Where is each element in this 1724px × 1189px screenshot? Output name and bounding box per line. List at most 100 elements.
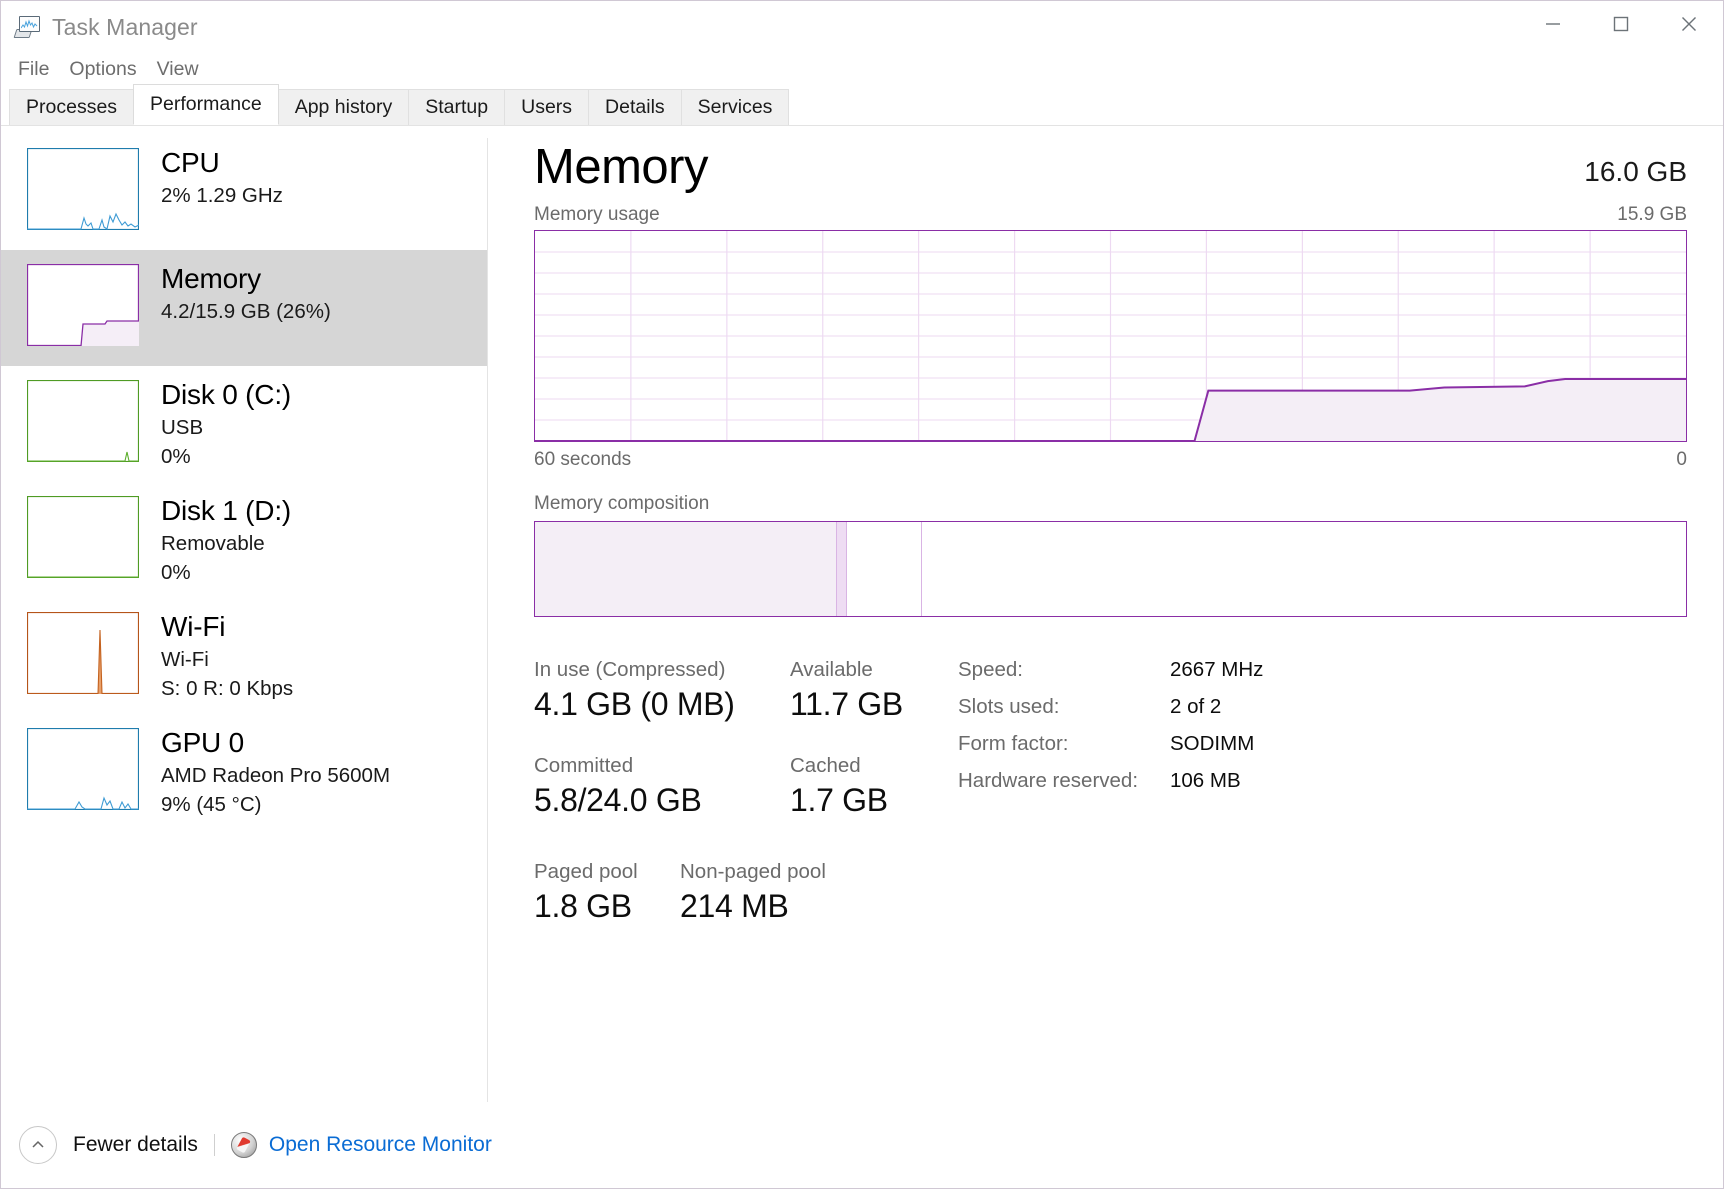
axis-label-right: 0 [1676, 449, 1687, 470]
tab-users[interactable]: Users [504, 89, 590, 125]
sidebar-item-gpu0[interactable]: GPU 0 AMD Radeon Pro 5600M 9% (45 °C) [1, 714, 487, 830]
memory-panel: Memory 16.0 GB Memory usage 15.9 GB 60 s… [488, 126, 1723, 1126]
tab-processes[interactable]: Processes [9, 89, 135, 125]
stats-left-group: In use (Compressed) 4.1 GB (0 MB) Availa… [534, 657, 934, 955]
disk1-type: Removable [161, 532, 265, 555]
stat-value-in-use: 4.1 GB (0 MB) [534, 686, 735, 722]
stat-label-in-use: In use (Compressed) [534, 658, 726, 681]
disk0-text: Disk 0 (C:) USB 0% [161, 376, 291, 470]
stat-value-non-paged-pool: 214 MB [680, 888, 789, 924]
memory-usage-plot [535, 231, 1686, 441]
menu-item-file[interactable]: File [13, 56, 54, 83]
sidebar-item-disk0[interactable]: Disk 0 (C:) USB 0% [1, 366, 487, 482]
sidebar-item-cpu[interactable]: CPU 2% 1.29 GHz [1, 134, 487, 250]
memory-stats: In use (Compressed) 4.1 GB (0 MB) Availa… [534, 657, 1687, 955]
stat-value-committed: 5.8/24.0 GB [534, 782, 702, 818]
wifi-text: Wi-Fi Wi-Fi S: 0 R: 0 Kbps [161, 608, 293, 702]
gpu0-percent: 9% (45 °C) [161, 793, 262, 816]
close-icon [1682, 17, 1696, 31]
sysinfo-value-speed: 2667 MHz [1170, 658, 1264, 681]
composition-segment-free[interactable] [921, 522, 1686, 616]
disk0-type: USB [161, 416, 204, 439]
chevron-up-icon [32, 1140, 44, 1148]
tab-performance[interactable]: Performance [133, 84, 279, 125]
disk0-mini-graph [27, 380, 139, 462]
wifi-adapter: Wi-Fi [161, 648, 209, 671]
footer-separator [213, 1134, 215, 1156]
disk1-text: Disk 1 (D:) Removable 0% [161, 492, 291, 586]
memory-stat-line: 4.2/15.9 GB (26%) [161, 300, 331, 323]
gpu0-model: AMD Radeon Pro 5600M [161, 764, 391, 787]
sidebar-item-wifi[interactable]: Wi-Fi Wi-Fi S: 0 R: 0 Kbps [1, 598, 487, 714]
footer-bar: Fewer details Open Resource Monitor [1, 1102, 1723, 1188]
composition-segment-inuse[interactable] [535, 522, 837, 616]
sysinfo-key-slots-used: Slots used: [958, 695, 1060, 718]
stat-value-paged-pool: 1.8 GB [534, 888, 632, 924]
fewer-details-label[interactable]: Fewer details [73, 1133, 198, 1157]
tab-app-history[interactable]: App history [277, 89, 410, 125]
minimize-icon [1546, 23, 1560, 25]
maximize-icon [1613, 16, 1629, 32]
stats-row-2: Committed 5.8/24.0 GB Cached 1.7 GB [534, 753, 934, 849]
memory-composition-label: Memory composition [534, 493, 710, 514]
disk1-percent: 0% [161, 561, 191, 584]
stat-in-use: In use (Compressed) 4.1 GB (0 MB) [534, 657, 790, 725]
sysinfo-value-slots-used: 2 of 2 [1170, 695, 1222, 718]
memory-header: Memory 16.0 GB [534, 138, 1687, 196]
sidebar-item-memory[interactable]: Memory 4.2/15.9 GB (26%) [1, 250, 487, 366]
memory-text: Memory 4.2/15.9 GB (26%) [161, 260, 331, 325]
sidebar-item-disk1[interactable]: Disk 1 (D:) Removable 0% [1, 482, 487, 598]
sysinfo-key-hardware-reserved: Hardware reserved: [958, 769, 1139, 792]
memory-composition-bar[interactable] [534, 521, 1687, 617]
usage-axis-max: 15.9 GB [1617, 204, 1687, 225]
system-info-table: Speed: 2667 MHz Slots used: 2 of 2 Form … [958, 657, 1263, 955]
usage-axis-row: 60 seconds 0 [534, 449, 1687, 471]
sysinfo-key-form-factor: Form factor: [958, 732, 1069, 755]
stat-committed: Committed 5.8/24.0 GB [534, 753, 790, 821]
wifi-mini-graph [27, 612, 139, 694]
open-resource-monitor-link[interactable]: Open Resource Monitor [269, 1133, 492, 1157]
content-area: CPU 2% 1.29 GHz Memory 4.2/15.9 GB (26%) [1, 126, 1723, 1126]
axis-label-left: 60 seconds [534, 449, 632, 470]
stat-available: Available 11.7 GB [790, 657, 903, 725]
composition-segment-modified[interactable] [836, 522, 847, 616]
cpu-text: CPU 2% 1.29 GHz [161, 144, 283, 209]
cpu-mini-graph [27, 148, 139, 230]
memory-usage-label: Memory usage [534, 204, 660, 225]
sidebar-item-label-disk0: Disk 0 (C:) [161, 379, 292, 410]
stats-row-3: Paged pool 1.8 GB Non-paged pool 214 MB [534, 859, 934, 955]
memory-mini-graph [27, 264, 139, 346]
stat-cached: Cached 1.7 GB [790, 753, 888, 821]
wifi-throughput: S: 0 R: 0 Kbps [161, 677, 294, 700]
composition-segment-standby[interactable] [846, 522, 922, 616]
menu-item-view[interactable]: View [152, 56, 204, 83]
stat-value-available: 11.7 GB [790, 686, 903, 722]
gpu0-mini-graph [27, 728, 139, 810]
memory-usage-graph[interactable] [534, 230, 1687, 442]
stat-label-available: Available [790, 658, 873, 681]
tab-services[interactable]: Services [680, 89, 790, 125]
title-bar: Task Manager [1, 1, 1723, 53]
sidebar-item-label-disk1: Disk 1 (D:) [161, 495, 292, 526]
stat-label-committed: Committed [534, 754, 634, 777]
sysinfo-value-hardware-reserved: 106 MB [1170, 769, 1241, 792]
maximize-button[interactable] [1587, 1, 1655, 47]
icon-sparkline [21, 19, 38, 29]
stat-label-non-paged-pool: Non-paged pool [680, 860, 826, 883]
menu-item-options[interactable]: Options [64, 56, 141, 83]
stat-value-cached: 1.7 GB [790, 782, 888, 818]
stat-label-paged-pool: Paged pool [534, 860, 638, 883]
minimize-button[interactable] [1519, 1, 1587, 47]
close-button[interactable] [1655, 1, 1723, 47]
sidebar-item-label-gpu0: GPU 0 [161, 727, 245, 758]
tab-details[interactable]: Details [588, 89, 682, 125]
stat-non-paged-pool: Non-paged pool 214 MB [680, 859, 826, 927]
fewer-details-button[interactable] [19, 1126, 57, 1164]
sidebar-item-label-wifi: Wi-Fi [161, 611, 226, 642]
tab-startup[interactable]: Startup [408, 89, 506, 125]
sidebar-item-label-cpu: CPU [161, 147, 220, 178]
resource-monitor-icon [230, 1132, 257, 1158]
total-memory: 16.0 GB [1584, 156, 1687, 187]
gpu0-text: GPU 0 AMD Radeon Pro 5600M 9% (45 °C) [161, 724, 390, 818]
menu-bar: File Options View [1, 53, 1723, 85]
